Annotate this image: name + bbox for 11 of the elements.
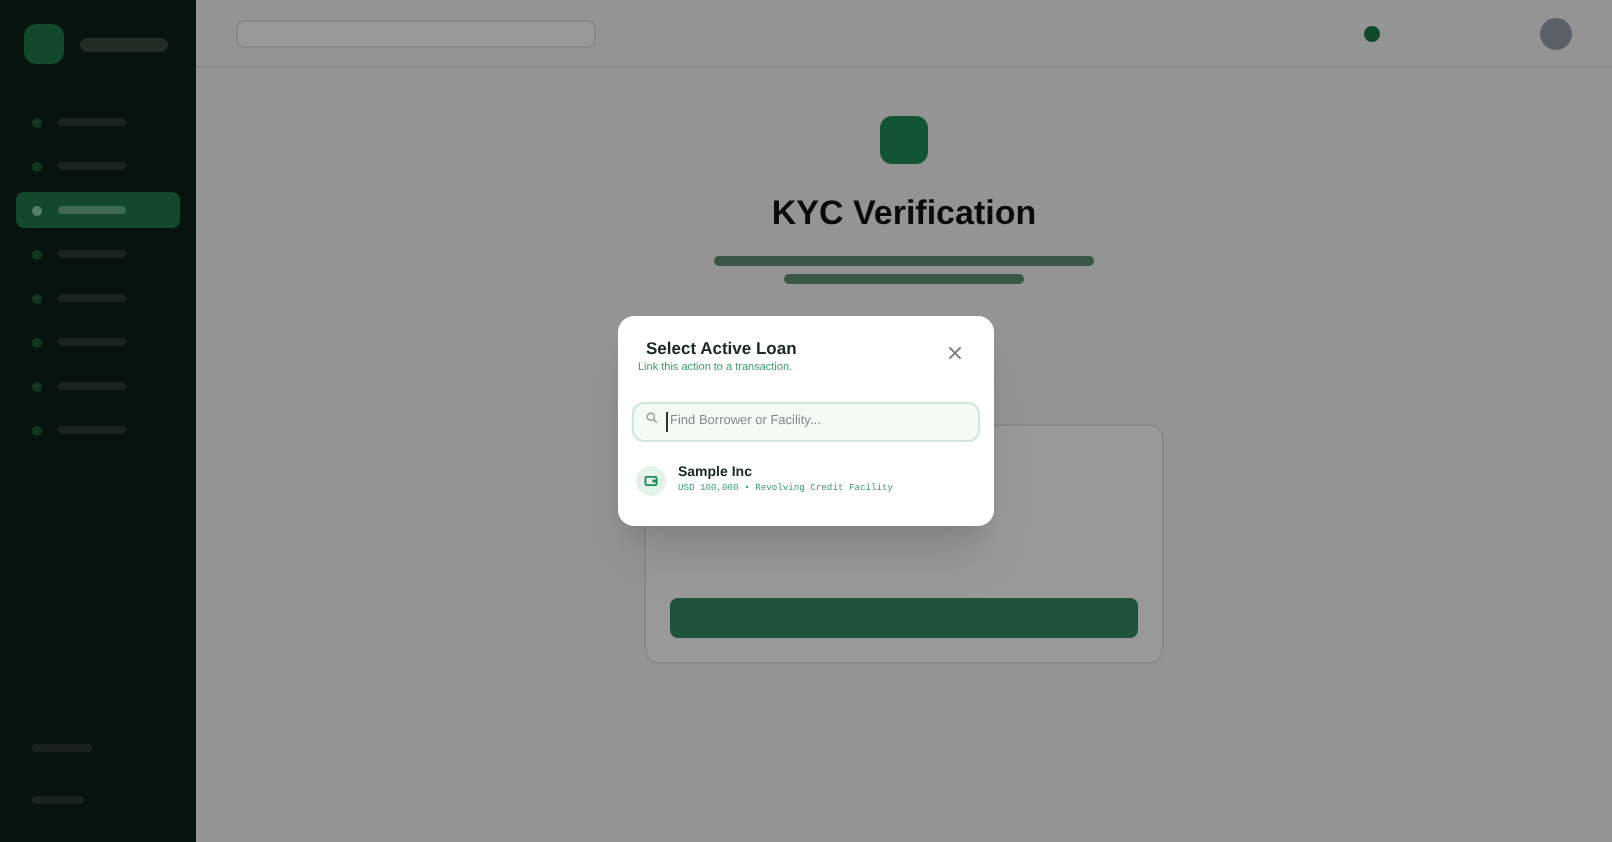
nav-item[interactable]	[16, 192, 180, 228]
submit-button[interactable]	[670, 597, 1138, 637]
avatar-icon[interactable]	[1540, 17, 1572, 49]
search-icon	[646, 412, 658, 424]
page-title: KYC Verification	[771, 192, 1037, 236]
brand-placeholder-bar	[80, 37, 168, 51]
wallet-icon	[636, 465, 666, 495]
dialog-title: Select Active Loan	[644, 336, 797, 360]
close-button[interactable]	[948, 346, 962, 360]
logo-icon	[24, 24, 64, 64]
close-icon	[948, 346, 962, 360]
